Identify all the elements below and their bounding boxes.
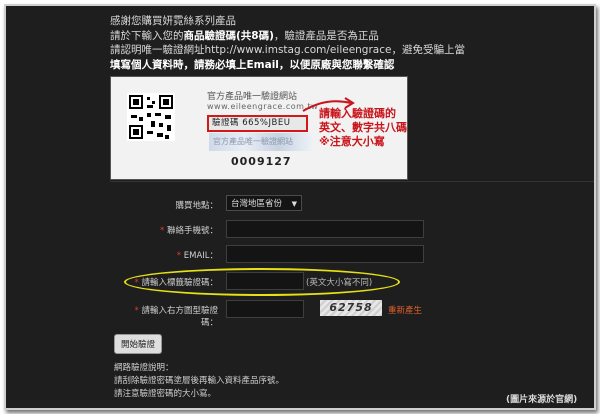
verification-notes: 網路驗證說明： 請刮除驗證密碼塗層後再輸入資料產品序號。 請注意驗證密碼的大小寫… (114, 362, 284, 401)
purchase-location-select[interactable]: 台灣地區省份 ▼ (226, 195, 302, 211)
dropdown-arrow-icon: ▼ (291, 200, 297, 208)
notes-title: 網路驗證說明： (114, 363, 174, 373)
email-label-text: EMAIL： (183, 251, 218, 261)
image-source-credit: (圖片來源於官網) (506, 395, 578, 405)
regenerate-captcha-link[interactable]: 重新產生 (388, 304, 422, 316)
phone-input[interactable] (226, 220, 424, 238)
notes-line-1: 請刮除驗證密碼塗層後再輸入資料產品序號。 (114, 376, 285, 386)
case-sensitive-hint: (英文大小寫不同) (306, 278, 373, 288)
purchase-location-label: 購買地點： (175, 201, 218, 211)
captcha-label: * 請輸入右方圖型驗證碼： (118, 304, 218, 328)
captcha-input[interactable] (226, 300, 304, 318)
intro-line-2: 請於下輸入您的商品驗證碼(共8碼)，驗證產品是否為正品 (110, 29, 465, 44)
email-required-mark: * (176, 251, 182, 261)
sample-verification-code: 驗證碼 665%JBEU (207, 115, 308, 132)
section-divider (110, 181, 594, 182)
notes-line-2: 請注意驗證密碼的大小寫。 (114, 389, 217, 399)
qr-code-icon (127, 93, 175, 141)
phone-label: * 聯絡手機號： (118, 224, 218, 236)
annotation-line-1: 請輸入驗證碼的 (319, 107, 396, 120)
intro-line-3: 請認明唯一驗證網址http://www.imstag.com/eileengra… (110, 44, 465, 56)
intro-line-2-pre: 請於下輸入您的 (110, 29, 184, 42)
sample-label-image: 官方產品唯一驗證網站 www.eileengrace.com.tw 驗證碼 66… (110, 76, 408, 180)
phone-label-text: 聯絡手機號： (166, 226, 218, 236)
captcha-image: 62758 (320, 300, 382, 316)
intro-line-4: 填寫個人資料時，請務必填上Email，以便原廠與您聯繫確認 (110, 58, 395, 71)
annotation-line-2: 英文、數字共八碼 (319, 121, 407, 134)
captcha-required-mark: * (134, 306, 139, 316)
intro-line-2-post: ，驗證產品是否為正品 (273, 29, 379, 42)
code-required-mark: * (134, 278, 139, 288)
sample-hologram-strip: 官方產品唯一驗證網站 (209, 133, 313, 151)
code-label-text: 請輸入標籤驗證碼： (141, 278, 218, 288)
page-frame: 感謝您購買妍霓絲系列產品 請於下輸入您的商品驗證碼(共8碼)，驗證產品是否為正品… (4, 4, 596, 410)
intro-text: 感謝您購買妍霓絲系列產品 請於下輸入您的商品驗證碼(共8碼)，驗證產品是否為正品… (110, 14, 465, 72)
annotation-line-3: ※注意大小寫 (319, 135, 385, 148)
label-code-input[interactable] (226, 272, 304, 290)
captcha-label-text: 請輸入右方圖型驗證碼： (141, 306, 218, 328)
sample-brand-title: 官方產品唯一驗證網站 (207, 92, 298, 102)
phone-required-mark: * (160, 226, 165, 236)
sample-annotation: 請輸入驗證碼的 英文、數字共八碼 ※注意大小寫 (319, 107, 407, 149)
intro-line-1: 感謝您購買妍霓絲系列產品 (110, 15, 236, 27)
sample-serial-number: 0009127 (231, 155, 292, 168)
purchase-location-value: 台灣地區省份 (231, 199, 283, 209)
intro-line-2-highlight: 商品驗證碼(共8碼) (183, 29, 274, 42)
email-input[interactable] (226, 245, 424, 263)
label-code-label: * 請輸入標籤驗證碼： (118, 276, 218, 288)
email-label: * EMAIL： (118, 249, 218, 261)
start-verification-button[interactable]: 開始驗證 (114, 334, 163, 354)
